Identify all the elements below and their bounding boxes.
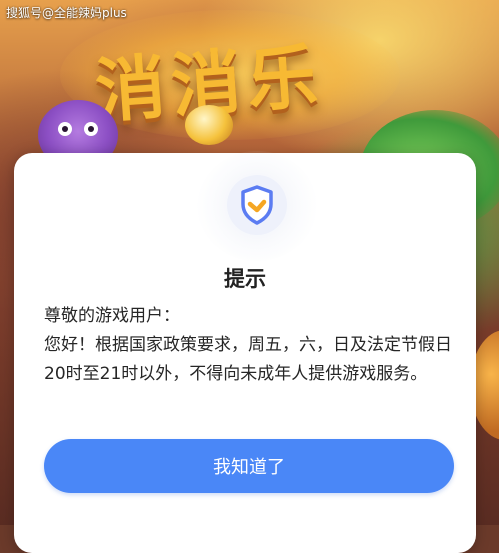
dialog-title: 提示 <box>224 267 266 291</box>
dialog-message: 您好！根据国家政策要求，周五，六，日及法定节假日20时至21时以外，不得向未成年… <box>44 335 452 384</box>
owl-eye-icon <box>84 122 98 136</box>
golden-bubble <box>185 105 233 145</box>
owl-eye-icon <box>58 122 72 136</box>
notice-dialog: 提示 尊敬的游戏用户： 您好！根据国家政策要求，周五，六，日及法定节假日20时至… <box>14 151 476 553</box>
watermark: 搜狐号@全能辣妈plus <box>6 6 127 20</box>
confirm-button[interactable]: 我知道了 <box>44 439 454 493</box>
shield-check-icon <box>197 151 317 261</box>
dialog-greeting: 尊敬的游戏用户： <box>44 306 180 326</box>
